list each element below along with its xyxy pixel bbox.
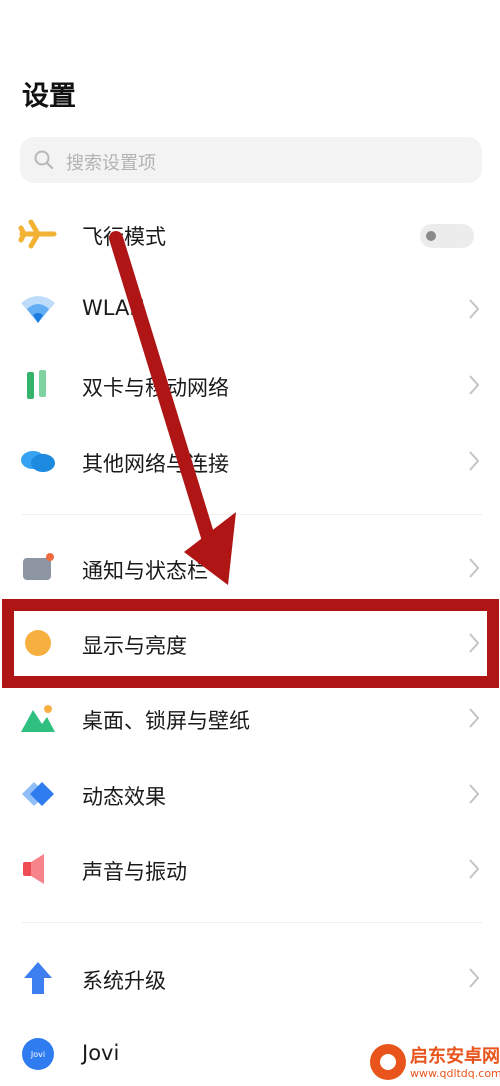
settings-item-system-update[interactable]: 系统升级 bbox=[0, 946, 500, 1010]
search-icon bbox=[34, 150, 54, 170]
chevron-right-icon bbox=[469, 299, 480, 319]
brightness-icon bbox=[25, 630, 51, 656]
settings-item-sound[interactable]: 声音与振动 bbox=[0, 837, 500, 901]
settings-item-dual-sim[interactable]: 双卡与移动网络 bbox=[0, 353, 500, 417]
settings-item-display-brightness[interactable]: 显示与亮度 bbox=[0, 611, 500, 675]
settings-item-wallpaper[interactable]: 桌面、锁屏与壁纸 bbox=[0, 686, 500, 750]
settings-item-notifications[interactable]: 通知与状态栏 bbox=[0, 536, 500, 600]
section-divider bbox=[22, 922, 482, 923]
settings-item-wlan[interactable]: WLAN bbox=[0, 277, 500, 341]
settings-item-airplane-mode[interactable]: 飞行模式 bbox=[0, 202, 500, 266]
settings-item-label: Jovi bbox=[82, 1041, 120, 1065]
settings-item-label: 桌面、锁屏与壁纸 bbox=[82, 709, 250, 733]
settings-item-label: 其他网络与连接 bbox=[82, 452, 229, 476]
watermark-name: 启东安卓网 bbox=[410, 1046, 500, 1067]
chevron-right-icon bbox=[469, 784, 480, 804]
search-placeholder: 搜索设置项 bbox=[66, 153, 156, 174]
wifi-icon bbox=[21, 296, 55, 323]
status-bar bbox=[0, 0, 500, 40]
toggle-knob bbox=[426, 231, 436, 241]
chevron-right-icon bbox=[469, 708, 480, 728]
settings-item-label: 系统升级 bbox=[82, 969, 166, 993]
wallpaper-icon bbox=[21, 705, 55, 732]
mobile-network-icon bbox=[27, 370, 46, 399]
settings-item-label: WLAN bbox=[82, 296, 146, 320]
settings-item-label: 声音与振动 bbox=[82, 860, 187, 884]
notification-icon bbox=[23, 553, 54, 580]
settings-item-other-networks[interactable]: 其他网络与连接 bbox=[0, 429, 500, 493]
settings-item-label: 双卡与移动网络 bbox=[82, 376, 229, 400]
chevron-right-icon bbox=[469, 451, 480, 471]
watermark-logo bbox=[370, 1044, 406, 1080]
search-input[interactable]: 搜索设置项 bbox=[20, 137, 482, 183]
connections-icon bbox=[21, 451, 55, 472]
page-title: 设置 bbox=[22, 81, 76, 112]
chevron-right-icon bbox=[469, 968, 480, 988]
arrow-up-icon bbox=[24, 962, 52, 994]
jovi-icon: Jovi bbox=[22, 1038, 54, 1070]
airplane-icon bbox=[18, 219, 57, 249]
airplane-mode-toggle[interactable] bbox=[420, 224, 474, 248]
settings-item-label: 通知与状态栏 bbox=[82, 559, 208, 583]
speaker-icon bbox=[23, 854, 44, 884]
settings-item-label: 动态效果 bbox=[82, 785, 166, 809]
section-divider bbox=[22, 514, 482, 515]
settings-item-dynamic-effects[interactable]: 动态效果 bbox=[0, 762, 500, 826]
chevron-right-icon bbox=[469, 859, 480, 879]
settings-item-label: 显示与亮度 bbox=[82, 634, 187, 658]
chevron-right-icon bbox=[469, 558, 480, 578]
svg-text:Jovi: Jovi bbox=[30, 1050, 45, 1059]
settings-item-label: 飞行模式 bbox=[82, 225, 166, 249]
chevron-right-icon bbox=[469, 633, 480, 653]
watermark: 启东安卓网 www.qdltdq.com bbox=[370, 1040, 500, 1085]
watermark-url: www.qdltdq.com bbox=[410, 1067, 500, 1080]
chevron-right-icon bbox=[469, 375, 480, 395]
dynamic-effects-icon bbox=[22, 782, 54, 806]
